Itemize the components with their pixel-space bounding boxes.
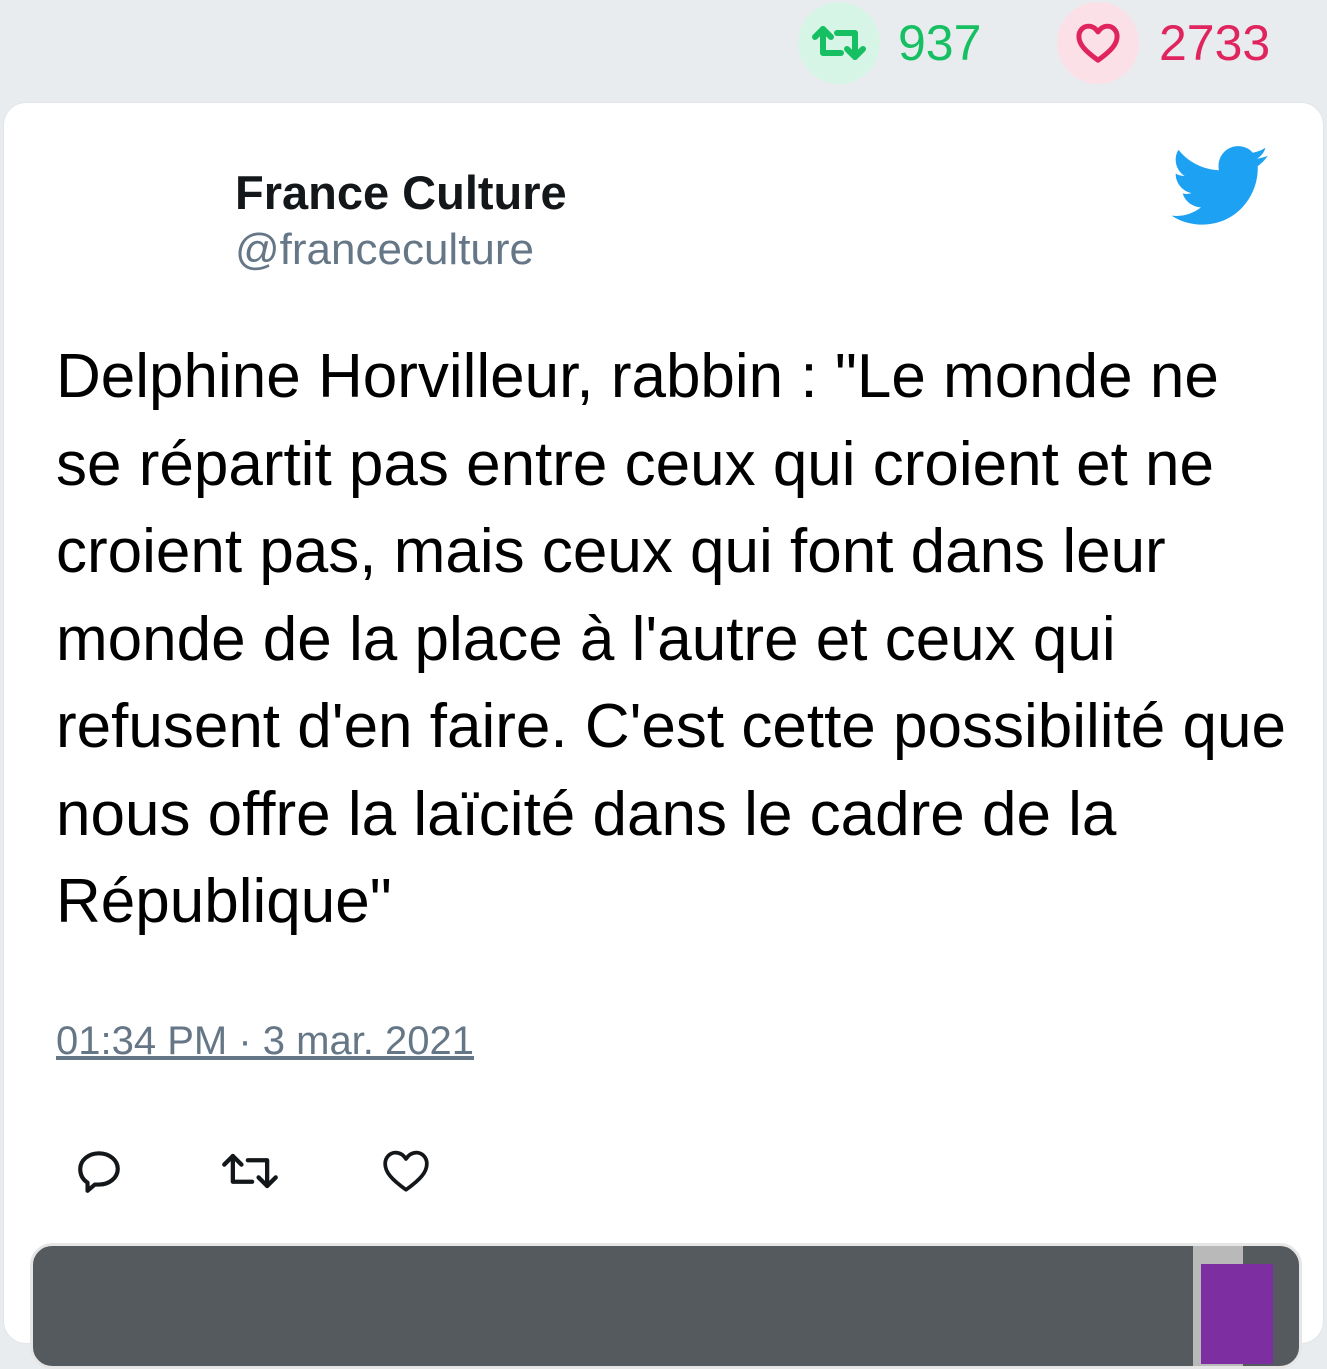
tweet-card: France Culture @franceculture Delphine H…: [4, 103, 1323, 1369]
reply-button[interactable]: [69, 1141, 129, 1201]
author-handle[interactable]: @franceculture: [235, 223, 567, 277]
reply-icon: [78, 1151, 120, 1193]
media-purple-shape: [1201, 1264, 1273, 1364]
retweet-icon: [798, 2, 880, 84]
tweet-text: Delphine Horvilleur, rabbin : "Le monde …: [56, 342, 1286, 936]
tweet-author[interactable]: France Culture @franceculture: [235, 165, 567, 277]
like-stat[interactable]: 2733: [1057, 2, 1270, 84]
retweet-count: 937: [898, 15, 982, 71]
author-name[interactable]: France Culture: [235, 165, 567, 221]
tweet-media-preview[interactable]: [30, 1243, 1302, 1369]
retweet-stat[interactable]: 937: [798, 2, 981, 84]
retweet-button[interactable]: [220, 1141, 280, 1201]
tweet-timestamp[interactable]: 01:34 PM · 3 mar. 2021: [56, 1019, 474, 1064]
retweet-icon: [222, 1153, 278, 1189]
stats-bar: 937 2733: [0, 0, 1327, 100]
heart-icon: [383, 1150, 429, 1192]
heart-icon: [1057, 2, 1139, 84]
twitter-bird-icon[interactable]: [1171, 145, 1270, 229]
like-button[interactable]: [376, 1141, 436, 1201]
like-count: 2733: [1159, 15, 1271, 71]
